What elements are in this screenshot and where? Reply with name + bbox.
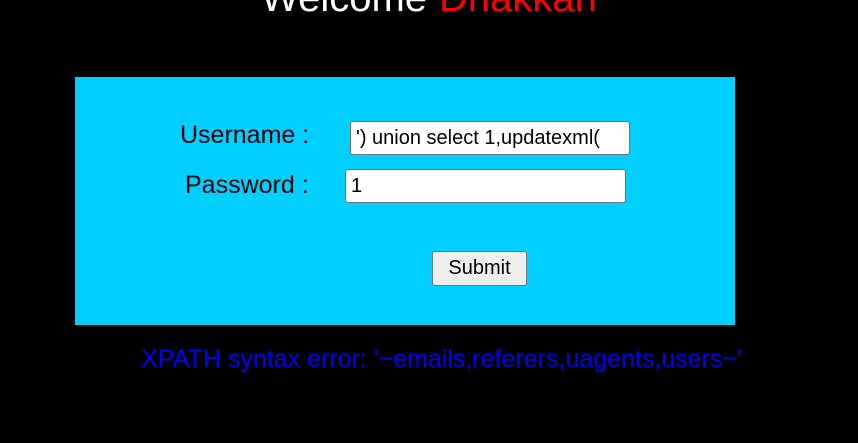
page: Welcome Dhakkan Username : Password : Sub… (0, 0, 858, 443)
submit-button[interactable]: Submit (432, 251, 527, 286)
welcome-heading: Welcome Dhakkan (0, 0, 858, 18)
welcome-user-name: Dhakkan (439, 0, 597, 20)
login-form: Username : Password : Submit (75, 77, 735, 325)
password-input[interactable] (345, 169, 626, 203)
welcome-text: Welcome (261, 0, 427, 20)
password-label: Password : (185, 171, 309, 199)
username-input[interactable] (350, 121, 630, 155)
error-message: XPATH syntax error: '~emails,referers,ua… (141, 345, 742, 373)
username-label: Username : (180, 121, 310, 149)
